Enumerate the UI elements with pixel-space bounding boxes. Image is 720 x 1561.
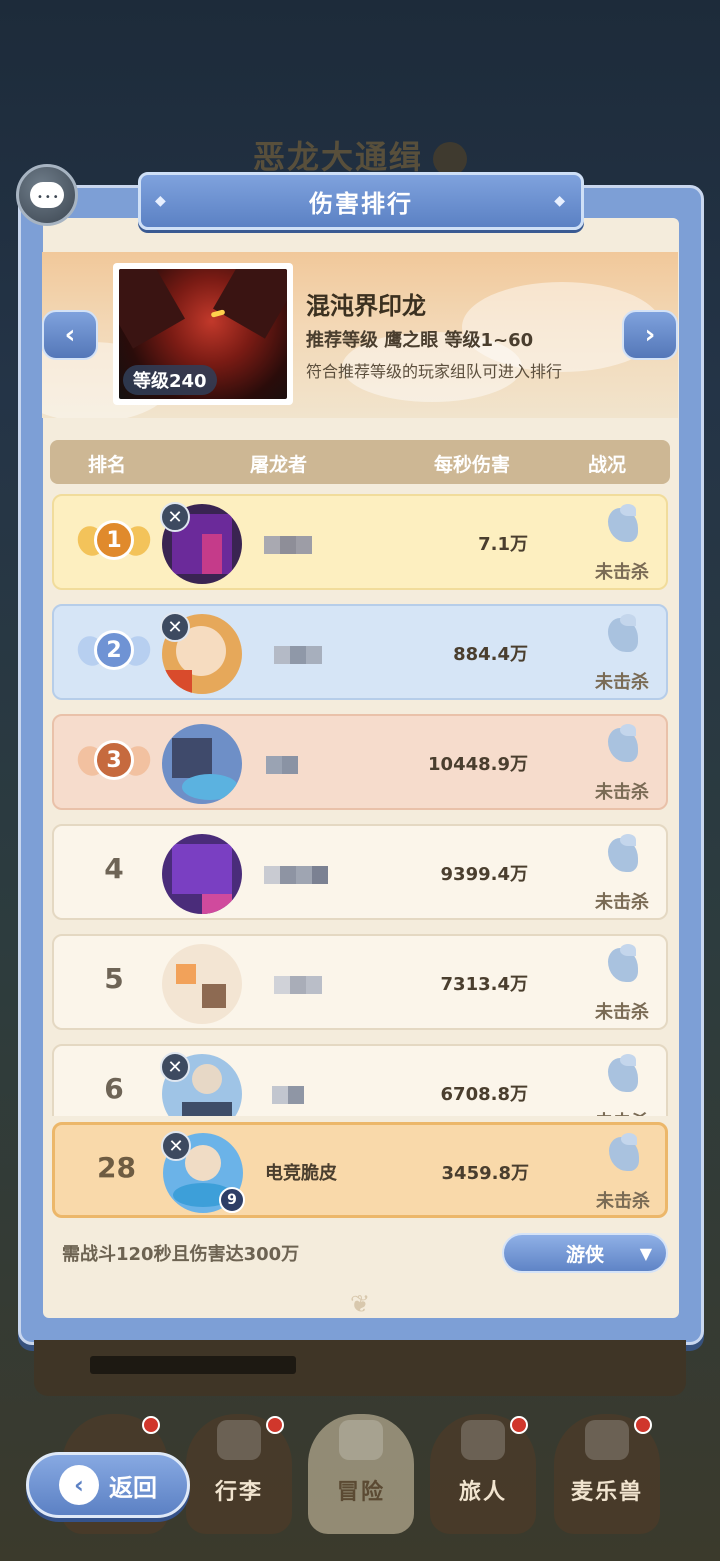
triangle-down-icon: ▼ xyxy=(639,1244,652,1263)
table-row[interactable]: 6 ✕ 6708.8万 未击杀 xyxy=(52,1044,668,1116)
dragon-head-icon xyxy=(600,724,644,768)
dps-value: 884.4万 xyxy=(453,644,528,665)
ornament-icon: ❦ xyxy=(349,1290,371,1318)
name-censor xyxy=(264,536,312,554)
background-panel xyxy=(34,1340,686,1396)
name-censor xyxy=(274,976,322,994)
crossed-swords-icon: ✕ xyxy=(160,502,190,532)
player-name: 电竞脆皮 xyxy=(265,1163,337,1184)
dragon-head-icon xyxy=(601,1133,645,1177)
avatar[interactable] xyxy=(162,944,242,1024)
nav-item-pets[interactable]: 麦乐兽 xyxy=(554,1414,660,1534)
avatar[interactable] xyxy=(162,724,242,804)
crossed-swords-icon: ✕ xyxy=(161,1131,191,1161)
header-dps: 每秒伤害 xyxy=(434,454,511,476)
boss-note: 符合推荐等级的玩家组队可进入排行 xyxy=(306,362,563,381)
header-status: 战况 xyxy=(588,454,627,476)
name-censor xyxy=(274,646,322,664)
name-censor xyxy=(272,1086,304,1104)
battle-status: 未击杀 xyxy=(582,504,662,584)
silver-medal-icon: 2 xyxy=(73,620,155,682)
table-row[interactable]: 5 7313.4万 未击杀 xyxy=(52,934,668,1030)
name-censor xyxy=(266,756,298,774)
back-button[interactable]: ‹ 返回 xyxy=(26,1452,190,1518)
battle-status: 未击杀 xyxy=(582,834,662,914)
chat-button[interactable]: ••• xyxy=(16,164,78,226)
chevron-left-icon: ‹ xyxy=(59,1465,99,1505)
gold-medal-icon: 1 xyxy=(73,510,155,572)
my-rank-row[interactable]: 28 ✕ 9 电竞脆皮 3459.8万 未击杀 xyxy=(52,1122,668,1218)
dragon-head-icon xyxy=(600,614,644,658)
rank-number: 28 xyxy=(97,1151,136,1184)
dps-value: 6708.8万 xyxy=(440,1084,528,1105)
character-icon xyxy=(461,1420,505,1460)
battle-status: 未击杀 xyxy=(582,724,662,804)
header-rank: 排名 xyxy=(88,454,127,476)
notification-dot xyxy=(266,1416,284,1434)
dps-value: 3459.8万 xyxy=(441,1163,529,1184)
dragon-head-icon xyxy=(600,834,644,878)
table-header: 排名 屠龙者 每秒伤害 战况 xyxy=(50,440,670,484)
dragon-head-icon xyxy=(600,1054,644,1098)
boss-portrait[interactable]: 等级240 xyxy=(113,263,293,405)
crossed-swords-icon xyxy=(339,1420,383,1460)
boss-name: 混沌界印龙 xyxy=(306,292,426,320)
table-row[interactable]: 2 ✕ 884.4万 未击杀 xyxy=(52,604,668,700)
battle-status: 未击杀 xyxy=(582,1054,662,1116)
ranking-requirement: 需战斗120秒且伤害达300万 xyxy=(62,1244,300,1265)
table-row[interactable]: 4 9399.4万 未击杀 xyxy=(52,824,668,920)
boss-level-badge: 等级240 xyxy=(123,365,217,395)
pet-icon xyxy=(585,1420,629,1460)
rank-number: 6 xyxy=(104,1072,124,1105)
notification-dot xyxy=(142,1416,160,1434)
battle-status: 未击杀 xyxy=(582,614,662,694)
dragon-head-icon xyxy=(600,944,644,988)
rank-number: 4 xyxy=(104,852,124,885)
battle-status: 未击杀 xyxy=(582,944,662,1024)
class-filter-dropdown[interactable]: 游侠 ▼ xyxy=(502,1233,668,1273)
prev-boss-button[interactable]: ‹ xyxy=(42,310,98,360)
dragon-head-icon xyxy=(600,504,644,548)
crossed-swords-icon: ✕ xyxy=(160,1052,190,1082)
backpack-icon xyxy=(217,1420,261,1460)
header-player: 屠龙者 xyxy=(250,454,308,476)
chat-bubble-icon: ••• xyxy=(30,182,64,208)
book-icon[interactable] xyxy=(433,142,467,176)
dps-value: 10448.9万 xyxy=(428,754,528,775)
player-level-badge: 9 xyxy=(219,1187,245,1213)
chevron-left-icon: ‹ xyxy=(64,320,76,350)
panel-title: 伤害排行 xyxy=(138,172,584,230)
battle-status: 未击杀 xyxy=(583,1133,663,1213)
notification-dot xyxy=(510,1416,528,1434)
nav-item-travelers[interactable]: 旅人 xyxy=(430,1414,536,1534)
table-row[interactable]: 3 10448.9万 未击杀 xyxy=(52,714,668,810)
nav-item-adventure[interactable]: 冒险 xyxy=(308,1414,414,1534)
crossed-swords-icon: ✕ xyxy=(160,612,190,642)
next-boss-button[interactable]: › xyxy=(622,310,678,360)
boss-recommendation: 推荐等级 鹰之眼 等级1~60 xyxy=(306,330,534,351)
dps-value: 7313.4万 xyxy=(440,974,528,995)
avatar[interactable] xyxy=(162,834,242,914)
table-row[interactable]: 1 ✕ 7.1万 未击杀 xyxy=(52,494,668,590)
dps-value: 9399.4万 xyxy=(440,864,528,885)
bronze-medal-icon: 3 xyxy=(73,730,155,792)
chevron-right-icon: › xyxy=(644,320,656,350)
nav-item-bag[interactable]: 行李 xyxy=(186,1414,292,1534)
rank-number: 5 xyxy=(104,962,124,995)
dps-value: 7.1万 xyxy=(478,534,528,555)
notification-dot xyxy=(634,1416,652,1434)
ranking-list[interactable]: 1 ✕ 7.1万 未击杀 2 ✕ 884.4万 未击杀 3 10448.9万 未… xyxy=(50,492,670,1116)
name-censor xyxy=(264,866,328,884)
